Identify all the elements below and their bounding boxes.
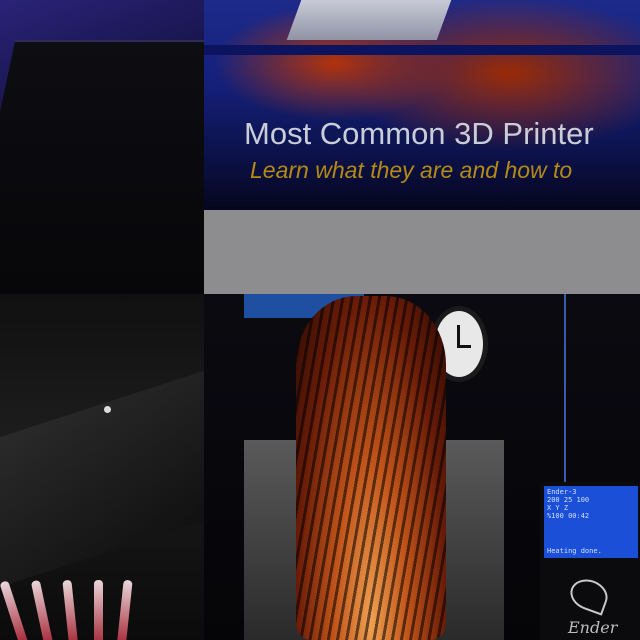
printer-lcd: Ender-3 200 25 100 X Y Z %100 00:42 Heat… [544,486,638,558]
banner-title: Most Common 3D Printer [244,116,594,151]
printed-figure [296,296,446,640]
photo-3d-print: Ender-3 200 25 100 X Y Z %100 00:42 Heat… [204,294,640,640]
print-spike [30,579,55,640]
printer-arm [0,370,204,588]
lcd-line: Ender-3 [547,488,577,496]
print-spike [62,579,79,640]
bolt [104,406,111,413]
brand-logo-text: Ender [568,618,618,637]
lcd-status: Heating done. [547,547,602,555]
print-spike [116,579,133,640]
printer-rail [204,45,640,55]
photo-printer-shelf [0,0,204,294]
print-spike [94,580,103,640]
lcd-line: 200 25 100 [547,496,590,504]
banner-subtitle: Learn what they are and how to [250,157,573,183]
shelf-shape [0,40,204,294]
clock-hand [457,345,471,348]
banner-image: Most Common 3D Printer Learn what they a… [204,0,640,210]
grey-strip [204,210,640,294]
clock-hand [457,325,460,347]
print-spike [0,580,30,640]
lcd-line: %100 00:42 [547,512,590,520]
photo-printer-closeup [0,294,204,640]
lcd-line: X Y Z [547,504,569,512]
printer-frame [286,0,452,40]
background-pole [564,294,566,514]
